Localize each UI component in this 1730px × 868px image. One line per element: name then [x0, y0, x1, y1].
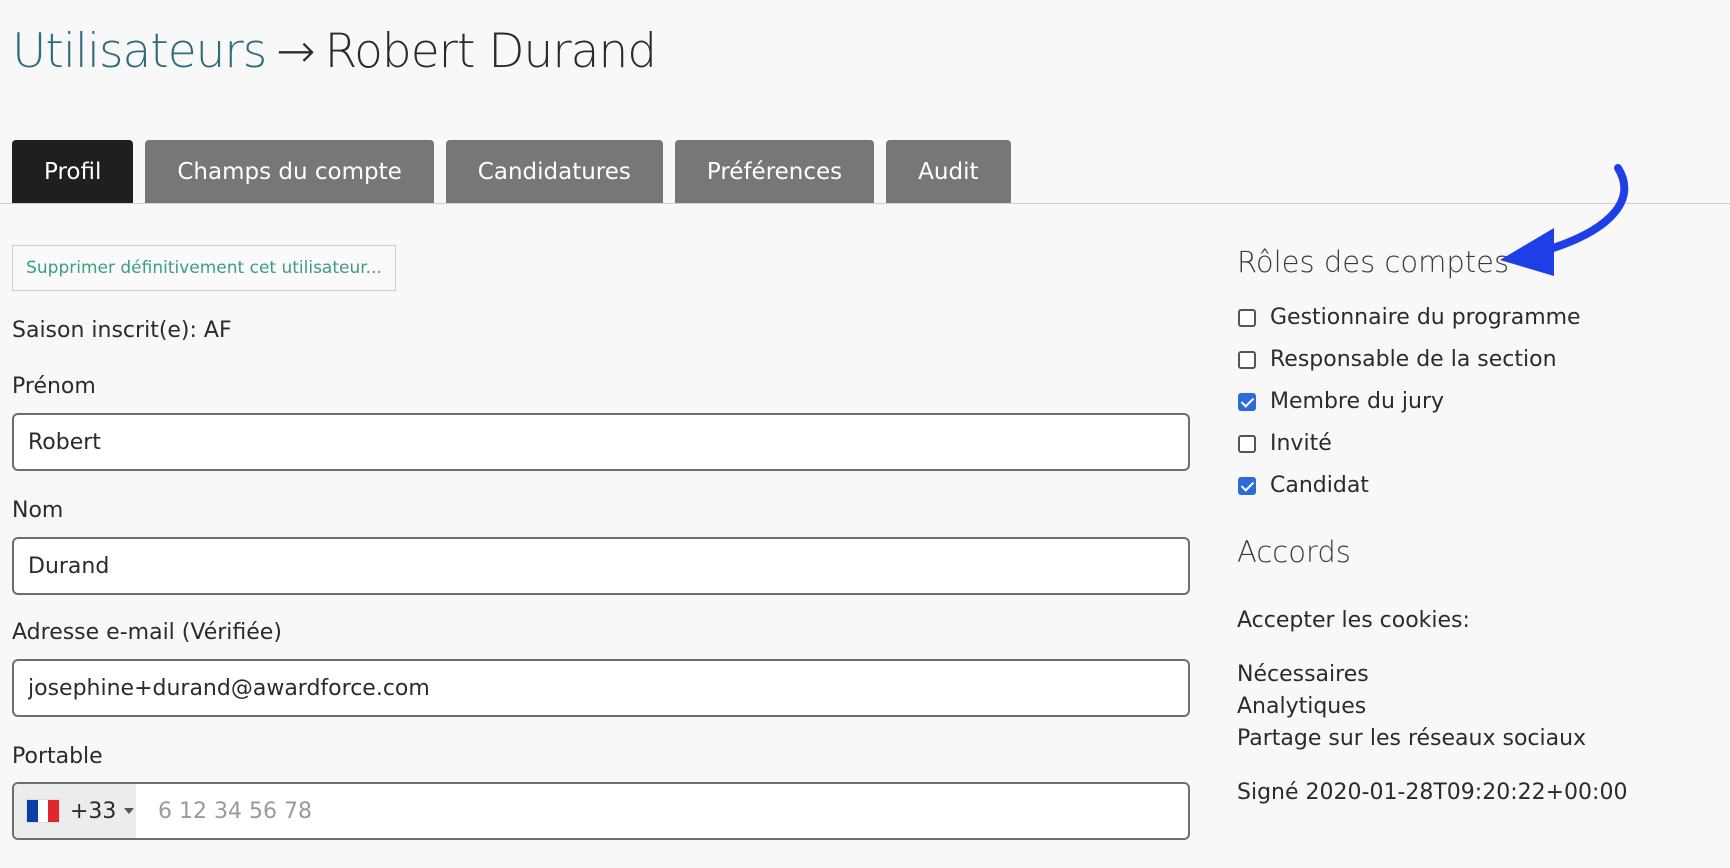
- season-text: Saison inscrit(e): AF: [12, 318, 232, 343]
- mobile-field: +33: [12, 782, 1190, 840]
- country-code-select[interactable]: +33: [14, 784, 136, 838]
- role-item[interactable]: Gestionnaire du programme: [1238, 305, 1581, 330]
- signed-timestamp: Signé 2020-01-28T09:20:22+00:00: [1237, 780, 1628, 805]
- role-item[interactable]: Invité: [1238, 431, 1332, 456]
- role-checkbox[interactable]: [1238, 434, 1256, 453]
- annotation-arrow-icon: [1500, 164, 1629, 276]
- tab-bar: Profil Champs du compte Candidatures Pré…: [12, 140, 1011, 204]
- mobile-number-input[interactable]: [136, 784, 1186, 838]
- flag-stripe-white: [37, 800, 49, 822]
- cookie-category: Nécessaires: [1237, 662, 1369, 687]
- role-label: Invité: [1270, 431, 1332, 456]
- delete-user-button[interactable]: Supprimer définitivement cet utilisateur…: [12, 245, 396, 291]
- cookie-category: Partage sur les réseaux sociaux: [1237, 726, 1587, 751]
- tab-candidatures[interactable]: Candidatures: [445, 140, 663, 204]
- role-checkbox[interactable]: [1238, 476, 1256, 495]
- role-item[interactable]: Candidat: [1238, 473, 1369, 498]
- breadcrumb-arrow: →: [276, 24, 315, 79]
- tab-champs-du-compte[interactable]: Champs du compte: [145, 140, 434, 204]
- flag-stripe-blue: [27, 800, 38, 822]
- tab-preferences[interactable]: Préférences: [674, 140, 875, 204]
- last-name-label: Nom: [12, 498, 64, 523]
- role-label: Responsable de la section: [1270, 347, 1557, 372]
- annotation-arrow-head: [1500, 228, 1554, 276]
- role-checkbox[interactable]: [1238, 350, 1256, 369]
- caret-down-icon: [124, 808, 135, 814]
- last-name-field[interactable]: [12, 537, 1190, 595]
- first-name-field[interactable]: [12, 413, 1190, 471]
- tab-divider: [0, 203, 1730, 204]
- dial-code: +33: [70, 798, 117, 824]
- first-name-label: Prénom: [12, 374, 96, 399]
- cookie-category: Analytiques: [1237, 694, 1367, 719]
- cookies-label: Accepter les cookies:: [1237, 608, 1470, 633]
- role-label: Membre du jury: [1270, 389, 1445, 414]
- role-item[interactable]: Membre du jury: [1238, 389, 1444, 414]
- breadcrumb-users-link[interactable]: Utilisateurs: [12, 24, 267, 79]
- role-label: Candidat: [1270, 473, 1369, 498]
- page-title: Utilisateurs → Robert Durand: [12, 22, 657, 82]
- mobile-label: Portable: [12, 744, 103, 769]
- tab-audit[interactable]: Audit: [886, 140, 1011, 204]
- tab-profil[interactable]: Profil: [12, 140, 134, 204]
- agreements-heading: Accords: [1237, 535, 1351, 569]
- email-label: Adresse e-mail (Vérifiée): [12, 620, 282, 645]
- role-checkbox[interactable]: [1238, 308, 1256, 327]
- breadcrumb-current: Robert Durand: [324, 24, 657, 79]
- role-checkbox[interactable]: [1238, 392, 1256, 411]
- france-flag-icon: [26, 799, 60, 823]
- role-label: Gestionnaire du programme: [1270, 305, 1581, 330]
- roles-heading: Rôles des comptes: [1237, 245, 1510, 279]
- role-item[interactable]: Responsable de la section: [1238, 347, 1557, 372]
- email-field[interactable]: [12, 659, 1190, 717]
- flag-stripe-red: [48, 800, 60, 822]
